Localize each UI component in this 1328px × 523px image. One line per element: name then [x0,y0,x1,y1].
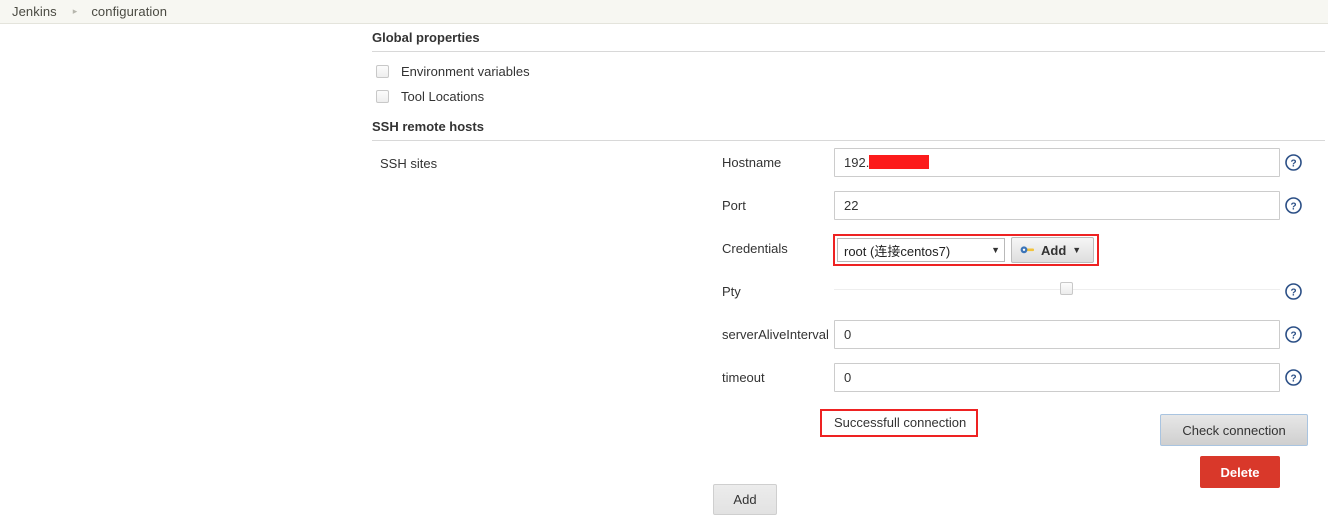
pty-label: Pty [722,284,741,299]
field-row-pty: Pty ? [372,277,1328,320]
hostname-value: 192. [844,155,870,170]
svg-text:?: ? [1290,201,1296,212]
global-properties-heading: Global properties [372,30,480,45]
delete-button[interactable]: Delete [1200,456,1280,488]
credentials-select[interactable]: root (连接centos7) ▼ [837,238,1005,262]
field-row-timeout: timeout 0 ? [372,363,1328,406]
tool-locations-checkbox[interactable] [376,90,389,103]
configuration-content: Global properties Environment variables … [372,24,1328,488]
credentials-highlight-box: root (连接centos7) ▼ Add ▼ [833,234,1100,266]
svg-text:?: ? [1290,373,1296,384]
server-alive-interval-help-icon[interactable]: ? [1285,326,1302,343]
key-icon [1020,244,1035,256]
field-row-credentials: Credentials root (连接centos7) ▼ Add ▼ [372,234,1328,277]
check-connection-button[interactable]: Check connection [1160,414,1308,446]
add-dropdown-caret-icon: ▼ [1072,244,1082,255]
breadcrumb-separator-icon: ▸ [72,6,78,16]
ssh-remote-hosts-heading: SSH remote hosts [372,119,484,134]
breadcrumb: Jenkins ▸ configuration [0,0,1328,24]
environment-variables-label: Environment variables [401,64,530,79]
pty-checkbox[interactable] [1060,282,1073,295]
credentials-label: Credentials [722,241,788,256]
port-input[interactable]: 22 [834,191,1280,220]
port-help-icon[interactable]: ? [1285,197,1302,214]
environment-variables-checkbox[interactable] [376,65,389,78]
timeout-input[interactable]: 0 [834,363,1280,392]
field-row-hostname: Hostname 192. ? [372,148,1328,191]
hostname-input[interactable]: 192. [834,148,1280,177]
timeout-value: 0 [844,370,852,385]
hostname-label: Hostname [722,155,782,170]
breadcrumb-item-jenkins[interactable]: Jenkins [12,4,57,19]
add-credentials-button[interactable]: Add ▼ [1011,237,1095,263]
timeout-label: timeout [722,370,765,385]
add-credentials-label: Add [1041,242,1067,258]
svg-text:?: ? [1290,158,1296,169]
port-label: Port [722,198,746,213]
field-row-port: Port 22 ? [372,191,1328,234]
pty-row-rule [834,289,1280,290]
ssh-site-form: SSH sites Hostname 192. ? Port 22 ? Cred… [372,148,1328,488]
global-properties-divider [372,51,1325,52]
timeout-help-icon[interactable]: ? [1285,369,1302,386]
server-alive-interval-value: 0 [844,327,852,342]
checkbox-row-tool-locations[interactable]: Tool Locations [372,84,1328,109]
server-alive-interval-input[interactable]: 0 [834,320,1280,349]
checkbox-row-environment-variables[interactable]: Environment variables [372,59,1328,84]
field-row-server-alive-interval: serverAliveInterval 0 ? [372,320,1328,363]
credentials-selected-value: root (连接centos7) [844,243,951,259]
connection-status-badge: Successfull connection [820,409,979,437]
hostname-help-icon[interactable]: ? [1285,154,1302,171]
pty-help-icon[interactable]: ? [1285,283,1302,300]
chevron-down-icon: ▼ [991,244,1000,255]
server-alive-interval-label: serverAliveInterval [722,327,829,342]
ssh-remote-hosts-divider [372,140,1325,141]
hostname-redaction-block [869,155,930,169]
svg-text:?: ? [1290,330,1296,341]
add-ssh-site-button[interactable]: Add [713,484,777,515]
svg-text:?: ? [1290,287,1296,298]
connection-status-row: Successfull connection Check connection … [372,406,1328,488]
port-value: 22 [844,198,859,213]
breadcrumb-item-configuration[interactable]: configuration [91,4,167,19]
tool-locations-label: Tool Locations [401,89,485,104]
